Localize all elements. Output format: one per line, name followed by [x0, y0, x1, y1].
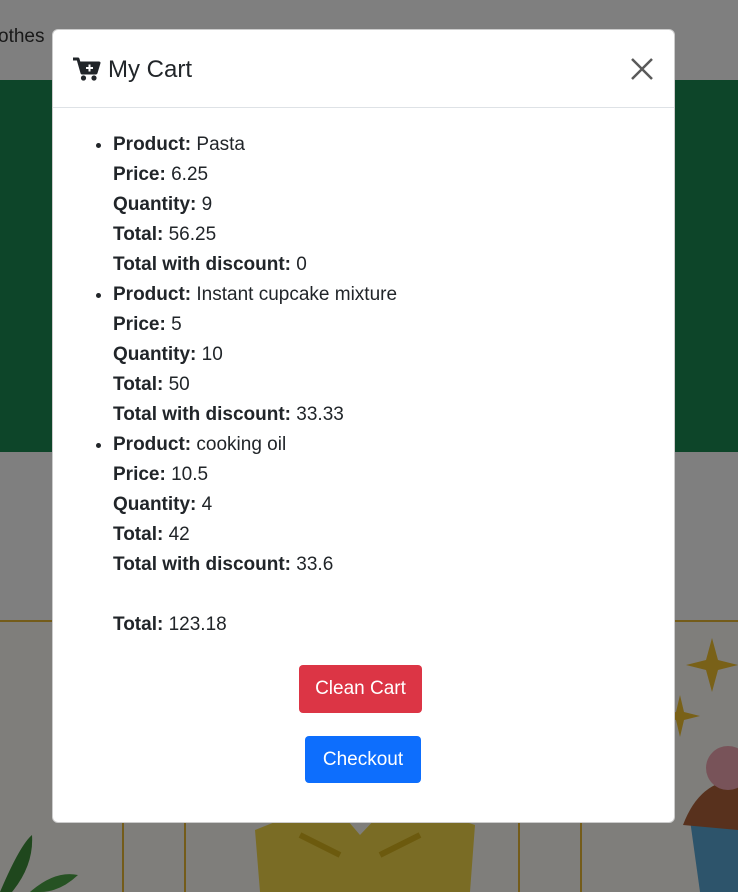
- product-label: Product:: [113, 284, 192, 305]
- price-label: Price:: [113, 164, 166, 185]
- cart-modal: My Cart Product: Pasta Price: 6.25 Quant…: [52, 29, 675, 823]
- total-label: Total:: [113, 524, 164, 545]
- product-name: Instant cupcake mixture: [196, 284, 398, 305]
- modal-header: My Cart: [53, 30, 674, 108]
- quantity-label: Quantity:: [113, 194, 197, 215]
- grand-total-value: 123.18: [168, 614, 227, 635]
- discount-total-label: Total with discount:: [113, 554, 292, 575]
- clean-cart-button[interactable]: Clean Cart: [299, 665, 422, 713]
- modal-body: Product: Pasta Price: 6.25 Quantity: 9 T…: [53, 108, 674, 640]
- product-name: Pasta: [196, 134, 245, 155]
- total-value: 50: [168, 374, 190, 395]
- grand-total-label: Total:: [113, 614, 164, 635]
- checkout-button[interactable]: Checkout: [305, 736, 421, 783]
- quantity-label: Quantity:: [113, 344, 197, 365]
- price-label: Price:: [113, 464, 166, 485]
- cart-plus-icon: [72, 56, 102, 82]
- cart-item: Product: cooking oil Price: 10.5 Quantit…: [113, 430, 674, 580]
- quantity-value: 9: [201, 194, 213, 215]
- page: othes: [0, 0, 738, 892]
- price-label: Price:: [113, 314, 166, 335]
- price-value: 10.5: [171, 464, 209, 485]
- discount-total-label: Total with discount:: [113, 254, 292, 275]
- total-value: 42: [168, 524, 190, 545]
- total-label: Total:: [113, 224, 164, 245]
- quantity-value: 10: [201, 344, 223, 365]
- close-icon[interactable]: [628, 55, 656, 83]
- product-label: Product:: [113, 434, 192, 455]
- discount-total-value: 0: [296, 254, 307, 275]
- discount-total-value: 33.6: [296, 554, 334, 575]
- product-name: cooking oil: [196, 434, 287, 455]
- modal-title: My Cart: [108, 55, 192, 83]
- total-value: 56.25: [168, 224, 217, 245]
- grand-total: Total: 123.18: [53, 610, 674, 640]
- discount-total-value: 33.33: [296, 404, 344, 425]
- price-value: 6.25: [171, 164, 209, 185]
- quantity-value: 4: [201, 494, 213, 515]
- discount-total-label: Total with discount:: [113, 404, 292, 425]
- cart-item: Product: Pasta Price: 6.25 Quantity: 9 T…: [113, 130, 674, 280]
- cart-items-list: Product: Pasta Price: 6.25 Quantity: 9 T…: [53, 130, 674, 580]
- price-value: 5: [171, 314, 182, 335]
- total-label: Total:: [113, 374, 164, 395]
- cart-item: Product: Instant cupcake mixture Price: …: [113, 280, 674, 430]
- quantity-label: Quantity:: [113, 494, 197, 515]
- product-label: Product:: [113, 134, 192, 155]
